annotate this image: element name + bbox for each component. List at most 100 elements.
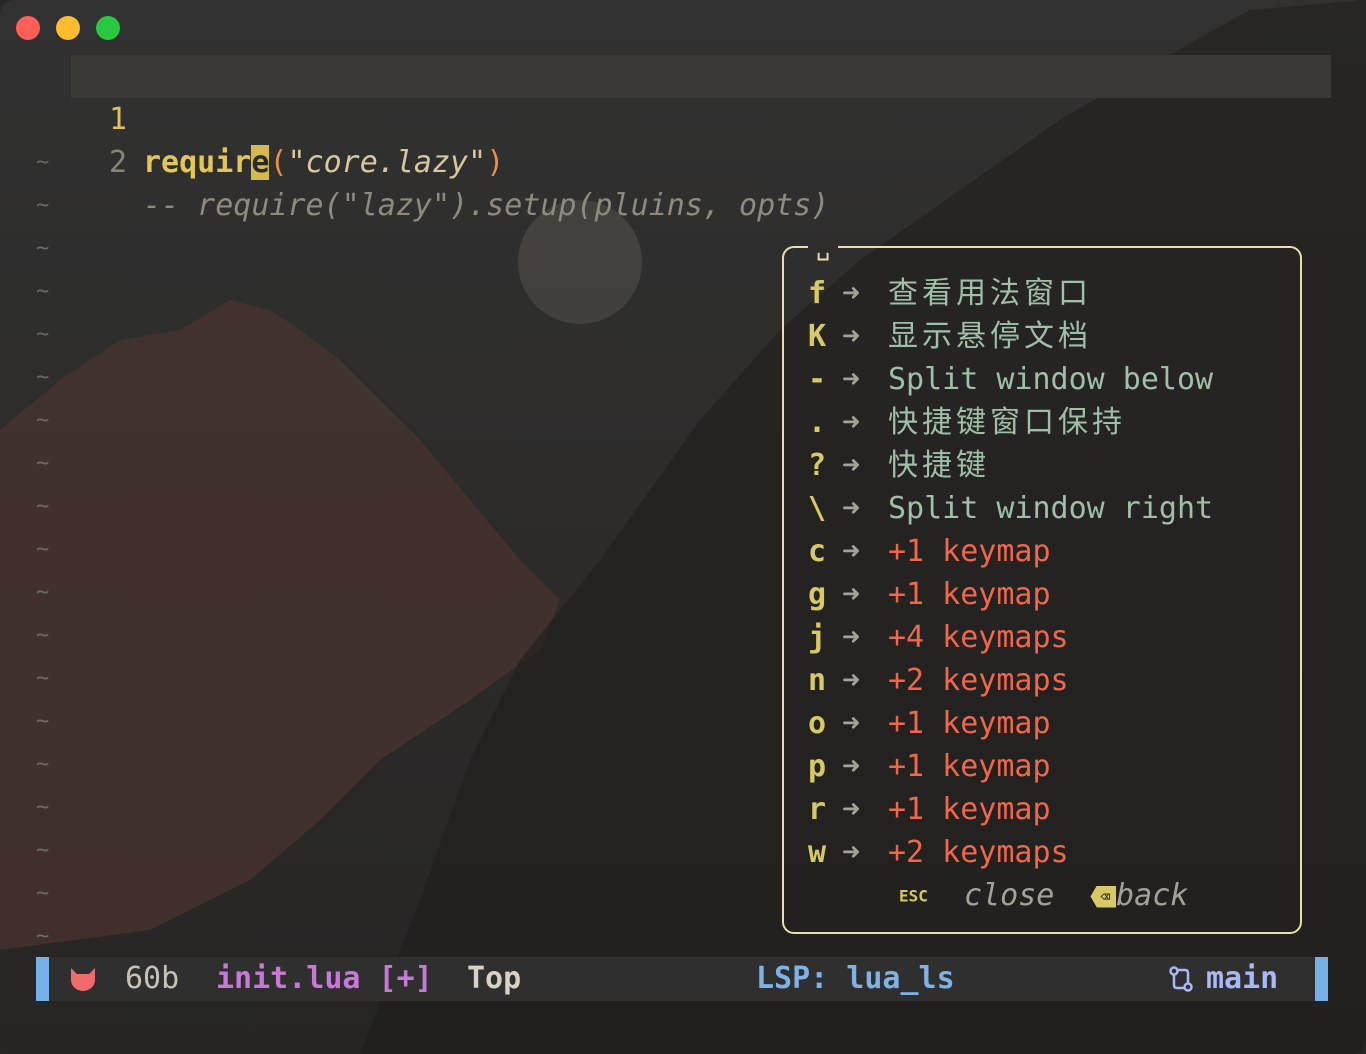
arrow-icon: ➜: [842, 319, 861, 354]
keymap-description: 查看用法窗口: [888, 276, 1092, 311]
keymap-key: p: [808, 749, 827, 784]
text-cursor: e: [251, 145, 270, 180]
keymap-entry[interactable]: f ➜ 查看用法窗口: [808, 272, 1092, 315]
keymap-key: -: [808, 362, 827, 397]
keymap-key: c: [808, 534, 827, 569]
empty-line-tilde: ~: [36, 279, 50, 304]
keymap-entry[interactable]: g ➜ +1 keymap: [808, 573, 1051, 616]
line-number: 2: [108, 145, 127, 180]
keymap-entry[interactable]: p ➜ +1 keymap: [808, 745, 1051, 788]
keymap-key: f: [808, 276, 827, 311]
empty-line-tilde: ~: [36, 666, 50, 691]
statusbar-right-separator: [1315, 957, 1328, 1001]
arrow-icon: ➜: [842, 362, 861, 397]
status-bar: 60b init.lua [+] Top LSP: lua_ls main: [36, 957, 1328, 1001]
close-paren: ): [486, 145, 505, 180]
back-hint[interactable]: back: [1116, 878, 1188, 913]
keymap-key: \: [808, 491, 827, 526]
keymap-description: +1 keymap: [888, 706, 1051, 741]
which-key-popup: ␣ f ➜ 查看用法窗口 K ➜ 显示悬停文档 - ➜ Split window below. ➜…: [782, 235, 1302, 934]
keymap-description: Split window right: [888, 491, 1214, 526]
keyword-require: requir: [143, 145, 252, 180]
cat-icon: [71, 968, 95, 991]
file-size: 60b: [125, 961, 180, 996]
keymap-entry[interactable]: r ➜ +1 keymap: [808, 788, 1051, 831]
empty-line-tilde: ~: [36, 236, 50, 261]
code-line-2[interactable]: 2 -- require("lazy").setup(pluins, opts): [0, 98, 1366, 223]
keymap-description: +1 keymap: [888, 534, 1051, 569]
empty-line-tilde: ~: [36, 580, 50, 605]
arrow-icon: ➜: [842, 405, 861, 440]
close-hint[interactable]: close: [964, 878, 1054, 913]
arrow-icon: ➜: [842, 620, 861, 655]
git-branch[interactable]: main: [1206, 957, 1278, 1001]
empty-line-tilde: ~: [36, 623, 50, 648]
keymap-description: +4 keymaps: [888, 620, 1069, 655]
arrow-icon: ➜: [842, 792, 861, 827]
keymap-key: j: [808, 620, 827, 655]
keymap-entry[interactable]: K ➜ 显示悬停文档: [808, 315, 1092, 358]
arrow-icon: ➜: [842, 835, 861, 870]
empty-line-tilde: ~: [36, 322, 50, 347]
terminal-window: 1 require("core.lazy") 2 -- require("laz…: [0, 0, 1366, 1054]
keymap-key: g: [808, 577, 827, 612]
keymap-key: w: [808, 835, 827, 870]
comment-text: -- require("lazy").setup(pluins, opts): [143, 188, 830, 223]
zoom-window-button[interactable]: [96, 16, 120, 40]
keymap-entry[interactable]: w ➜ +2 keymaps: [808, 831, 1069, 874]
file-name: init.lua [+]: [216, 961, 433, 996]
keymap-key: ?: [808, 448, 827, 483]
keymap-description: +1 keymap: [888, 792, 1051, 827]
keymap-entry[interactable]: o ➜ +1 keymap: [808, 702, 1051, 745]
keymap-key: o: [808, 706, 827, 741]
statusbar-left-separator: [36, 957, 49, 1001]
empty-line-tilde: ~: [36, 537, 50, 562]
empty-line-tilde: ~: [36, 924, 50, 949]
keymap-description: +2 keymaps: [888, 835, 1069, 870]
keymap-entry[interactable]: c ➜ +1 keymap: [808, 530, 1051, 573]
open-paren: (: [269, 145, 288, 180]
code-line-1[interactable]: 1 require("core.lazy"): [0, 55, 1366, 180]
empty-line-tilde: ~: [36, 709, 50, 734]
keymap-entry[interactable]: - ➜ Split window below: [808, 358, 1213, 401]
keymap-key: r: [808, 792, 827, 827]
keymap-entry[interactable]: \ ➜ Split window right: [808, 487, 1213, 530]
empty-line-tilde: ~: [36, 408, 50, 433]
keymap-entry[interactable]: . ➜ 快捷键窗口保持: [808, 401, 1126, 444]
keymap-entry[interactable]: n ➜ +2 keymaps: [808, 659, 1069, 702]
keymap-description: 快捷键: [888, 448, 990, 483]
keymap-entry[interactable]: j ➜ +4 keymaps: [808, 616, 1069, 659]
empty-line-tilde: ~: [36, 881, 50, 906]
empty-line-tilde: ~: [36, 193, 50, 218]
empty-line-tilde: ~: [36, 451, 50, 476]
backspace-icon: ⌫: [1090, 885, 1117, 908]
empty-line-tilde: ~: [36, 838, 50, 863]
empty-line-tilde: ~: [36, 752, 50, 777]
keymap-description: 快捷键窗口保持: [888, 405, 1126, 440]
keymap-key: .: [808, 405, 827, 440]
arrow-icon: ➜: [842, 663, 861, 698]
keymap-description: +2 keymaps: [888, 663, 1069, 698]
scroll-position: Top: [467, 961, 522, 996]
keymap-key: n: [808, 663, 827, 698]
keymap-key: K: [808, 319, 827, 354]
arrow-icon: ➜: [842, 534, 861, 569]
keymap-description: +1 keymap: [888, 577, 1051, 612]
esc-key-hint: ESC: [899, 886, 928, 906]
arrow-icon: ➜: [842, 491, 861, 526]
empty-line-tilde: ~: [36, 150, 50, 175]
string-literal: "core.lazy": [287, 145, 487, 180]
arrow-icon: ➜: [842, 276, 861, 311]
keymap-entry[interactable]: ? ➜ 快捷键: [808, 444, 990, 487]
keymap-description: +1 keymap: [888, 749, 1051, 784]
arrow-icon: ➜: [842, 706, 861, 741]
keymap-description: Split window below: [888, 362, 1214, 397]
popup-title: ␣: [808, 235, 839, 259]
empty-line-tilde: ~: [36, 365, 50, 390]
minimize-window-button[interactable]: [56, 16, 80, 40]
arrow-icon: ➜: [842, 577, 861, 612]
close-window-button[interactable]: [16, 16, 40, 40]
git-branch-icon: [1169, 966, 1193, 992]
empty-line-tilde: ~: [36, 795, 50, 820]
window-controls: [16, 16, 120, 40]
